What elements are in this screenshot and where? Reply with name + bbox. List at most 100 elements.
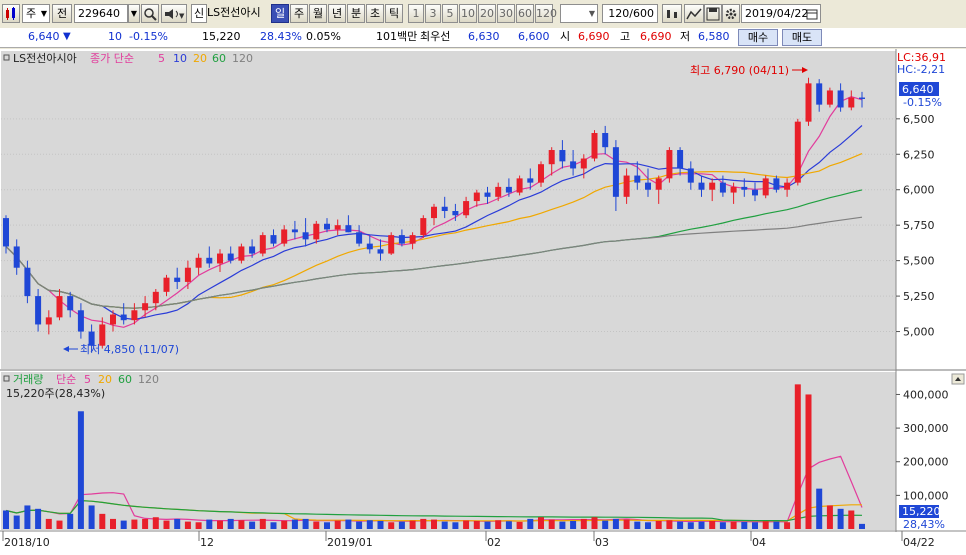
volume-bar bbox=[174, 518, 181, 529]
volume-bar bbox=[484, 521, 491, 529]
volume-bar bbox=[463, 520, 470, 529]
stock-code-input[interactable]: 229640 bbox=[74, 4, 128, 23]
volume-bar bbox=[773, 521, 780, 529]
calendar-icon[interactable] bbox=[806, 8, 818, 20]
candle-body bbox=[484, 192, 491, 197]
candle-body bbox=[837, 90, 844, 108]
volume-bar bbox=[88, 505, 95, 529]
interval-tab[interactable]: 20 bbox=[478, 4, 496, 23]
candle-body bbox=[538, 164, 544, 183]
volume-bar bbox=[120, 520, 127, 529]
candle-body bbox=[473, 192, 480, 202]
volume-bar bbox=[730, 521, 737, 529]
low-annotation: 최저 4,850 (11/07) bbox=[63, 343, 179, 356]
buy-button[interactable]: 매수 bbox=[738, 29, 778, 46]
current-pct-text: -0.15% bbox=[903, 96, 942, 109]
candle-body bbox=[259, 235, 266, 254]
x-tick-label: 2018/10 bbox=[4, 536, 50, 549]
volume-bar bbox=[281, 520, 288, 529]
date-value: 2019/04/22 bbox=[745, 7, 809, 20]
volume-bar bbox=[249, 521, 256, 529]
volume-bar bbox=[291, 519, 298, 529]
volume-bar bbox=[687, 522, 694, 529]
period-tab[interactable]: 일 bbox=[271, 4, 289, 23]
candle-body bbox=[634, 175, 641, 183]
volume-bar bbox=[591, 517, 598, 529]
period-unit-select[interactable]: 주 ▼ bbox=[22, 4, 50, 23]
chart-type-icon[interactable] bbox=[2, 4, 20, 23]
candle-body bbox=[784, 182, 791, 190]
period-tab[interactable]: 주 bbox=[290, 4, 308, 23]
volume-bar bbox=[826, 505, 833, 529]
price-panel-bg bbox=[1, 51, 896, 369]
interval-tab[interactable]: 1 bbox=[408, 4, 424, 23]
volume-bar bbox=[741, 521, 748, 529]
volume-bar bbox=[227, 518, 234, 529]
speaker-icon: ▼ bbox=[165, 9, 185, 20]
volume-bar bbox=[538, 517, 544, 529]
date-input[interactable]: 2019/04/22 bbox=[741, 4, 821, 23]
gear-icon bbox=[725, 8, 737, 20]
low-label: 저 bbox=[680, 30, 691, 43]
candle-body bbox=[377, 249, 384, 254]
candle-body bbox=[687, 168, 694, 183]
period-tab[interactable]: 초 bbox=[366, 4, 384, 23]
candle-body bbox=[302, 232, 309, 240]
volume-bar bbox=[163, 520, 170, 529]
sound-button[interactable]: ▼ bbox=[161, 4, 187, 23]
period-tab[interactable]: 년 bbox=[328, 4, 346, 23]
volume-bar bbox=[388, 522, 395, 529]
ma-label: 종가 단순 bbox=[90, 52, 134, 65]
volume-bar bbox=[837, 508, 844, 529]
code-dropdown[interactable]: ▼ bbox=[128, 4, 140, 23]
period-tab[interactable]: 월 bbox=[309, 4, 327, 23]
sell-button[interactable]: 매도 bbox=[782, 29, 822, 46]
candle-body bbox=[794, 121, 801, 183]
count-total: /600 bbox=[629, 7, 654, 20]
candle-body bbox=[120, 314, 127, 321]
period-tab[interactable]: 분 bbox=[347, 4, 365, 23]
interval-tab[interactable]: 10 bbox=[459, 4, 477, 23]
period-tab[interactable]: 틱 bbox=[385, 4, 403, 23]
volume-bar bbox=[645, 522, 651, 529]
candle-body bbox=[431, 206, 437, 219]
current-price: 6,640 bbox=[28, 30, 60, 43]
candle-icon bbox=[667, 10, 677, 18]
save-button[interactable] bbox=[704, 4, 722, 23]
open-label: 시 bbox=[560, 30, 571, 43]
down-arrow-icon: ▼ bbox=[63, 31, 71, 42]
volume-tick-label: 300,000 bbox=[903, 422, 949, 435]
candle-body bbox=[184, 267, 191, 282]
x-tick-label: 04 bbox=[752, 536, 766, 549]
quote-bar: 6,640 ▼ 10 -0.15% 15,220 28.43% 0.05% 10… bbox=[0, 28, 966, 48]
interval-tab[interactable]: 60 bbox=[516, 4, 534, 23]
volume-bar bbox=[24, 505, 31, 529]
candle-body bbox=[859, 97, 865, 99]
stock-chart[interactable]: LS전선아시아 종가 단순 5 10 20 60 120 거래량 단순 5 20… bbox=[0, 49, 966, 555]
candle-body bbox=[206, 257, 213, 264]
interval-tab[interactable]: 120 bbox=[535, 4, 557, 23]
count-input[interactable]: 120/600 bbox=[602, 4, 658, 23]
interval-input[interactable]: ▼ bbox=[560, 4, 598, 23]
ma5-label: 5 bbox=[158, 52, 165, 65]
low-price: 6,580 bbox=[698, 30, 730, 43]
period-unit-label: 주 bbox=[26, 7, 37, 20]
candle-button[interactable] bbox=[662, 4, 682, 23]
candle-body bbox=[719, 182, 726, 193]
volume-bar bbox=[238, 520, 245, 529]
crosshair-button[interactable] bbox=[684, 4, 704, 23]
settings-button[interactable] bbox=[722, 4, 740, 23]
save-icon bbox=[706, 7, 720, 21]
interval-tab[interactable]: 3 bbox=[425, 4, 441, 23]
ma20-label: 20 bbox=[193, 52, 207, 65]
volume-bar bbox=[259, 518, 266, 529]
interval-tab[interactable]: 5 bbox=[442, 4, 458, 23]
market-button[interactable]: 전 bbox=[52, 4, 72, 23]
volume-bar bbox=[848, 510, 855, 529]
interval-tab[interactable]: 30 bbox=[497, 4, 515, 23]
search-button[interactable] bbox=[141, 4, 159, 23]
volume-bar bbox=[559, 521, 566, 529]
candle-body bbox=[291, 229, 298, 233]
volume-bar bbox=[366, 520, 373, 529]
volume-bar bbox=[302, 518, 309, 529]
